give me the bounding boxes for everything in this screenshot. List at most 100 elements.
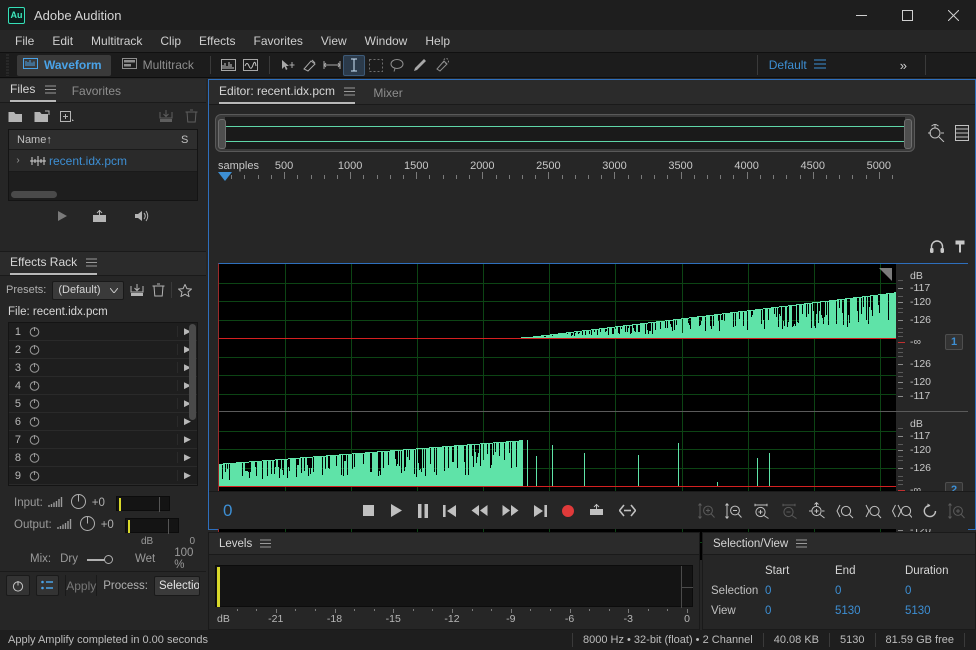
zoom-last-button[interactable]	[922, 503, 938, 519]
tab-editor[interactable]: Editor: recent.idx.pcm	[219, 84, 355, 104]
menu-window[interactable]: Window	[356, 31, 417, 51]
play-icon[interactable]	[56, 210, 68, 222]
playhead-marker[interactable]	[218, 172, 232, 181]
save-preset-icon[interactable]	[130, 284, 146, 297]
waveform-channel[interactable]	[219, 264, 897, 412]
zoom-in-time-button[interactable]	[752, 503, 770, 519]
power-icon[interactable]	[25, 398, 43, 409]
power-icon[interactable]	[25, 470, 43, 481]
files-panel-menu-icon[interactable]	[45, 82, 56, 96]
effects-list-button[interactable]	[36, 575, 60, 596]
preset-select[interactable]: (Default)	[52, 281, 124, 300]
zoom-to-selection-out-button[interactable]	[864, 503, 882, 519]
zoom-out-time-button[interactable]	[780, 503, 798, 519]
view-duration-value[interactable]: 5130	[905, 605, 975, 617]
timeline-ruler[interactable]: samples 50010001500200025003000350040004…	[209, 157, 975, 179]
move-to-start-button[interactable]	[443, 504, 457, 518]
navigator-left-handle[interactable]	[218, 119, 226, 149]
zoom-navigator-box[interactable]	[215, 114, 915, 152]
favorite-star-icon[interactable]	[178, 284, 192, 297]
effect-slot[interactable]: 6 ▶	[9, 413, 197, 431]
tab-favorites[interactable]: Favorites	[72, 84, 121, 102]
power-icon[interactable]	[25, 362, 43, 373]
menu-view[interactable]: View	[312, 31, 356, 51]
levels-meter-clip-indicator[interactable]	[217, 567, 220, 607]
menu-file[interactable]: File	[6, 31, 43, 51]
effect-slot[interactable]: 3 ▶	[9, 359, 197, 377]
file-name[interactable]: recent.idx.pcm	[49, 154, 127, 168]
power-icon[interactable]	[25, 344, 43, 355]
time-selection-tool-icon[interactable]	[343, 55, 365, 76]
files-list[interactable]: Name↑ S › recent.idx.pcm	[8, 129, 198, 201]
toolbar-grip[interactable]	[2, 54, 12, 76]
levels-meter[interactable]	[215, 565, 693, 607]
effects-slot-scrollbar[interactable]	[189, 324, 196, 420]
zoom-out-amplitude-button[interactable]	[725, 503, 742, 519]
skip-selection-button[interactable]	[619, 504, 636, 517]
view-end-value[interactable]: 5130	[835, 605, 905, 617]
loop-button[interactable]	[589, 504, 605, 518]
move-tool-icon[interactable]	[277, 55, 299, 76]
effect-slot[interactable]: 4 ▶	[9, 377, 197, 395]
zoom-to-selection-button[interactable]	[892, 503, 912, 519]
power-icon[interactable]	[25, 326, 43, 337]
new-file-icon[interactable]	[60, 110, 75, 123]
effects-rack-menu-icon[interactable]	[86, 255, 97, 269]
effect-slot[interactable]: 5 ▶	[9, 395, 197, 413]
files-list-hscrollbar[interactable]	[11, 191, 57, 198]
menu-effects[interactable]: Effects	[190, 31, 244, 51]
output-gain-value[interactable]: +0	[101, 519, 114, 531]
slot-chevron-icon[interactable]: ▶	[177, 434, 197, 445]
tab-files[interactable]: Files	[10, 82, 56, 102]
levels-panel-menu-icon[interactable]	[260, 537, 271, 551]
files-column-name[interactable]: Name↑	[9, 134, 181, 146]
maximize-button[interactable]	[884, 0, 930, 30]
fast-forward-button[interactable]	[502, 504, 519, 517]
spectral-pitch-icon[interactable]	[240, 55, 262, 76]
playhead-time[interactable]: 0	[223, 501, 232, 521]
workspace-name[interactable]: Default	[762, 58, 814, 72]
output-knob-icon[interactable]	[79, 515, 96, 535]
selection-end-value[interactable]: 0	[835, 585, 905, 597]
trash-icon[interactable]	[185, 109, 198, 123]
close-button[interactable]	[930, 0, 976, 30]
save-file-icon[interactable]	[159, 110, 176, 123]
menu-help[interactable]: Help	[416, 31, 459, 51]
effect-slot[interactable]: 2 ▶	[9, 341, 197, 359]
power-icon[interactable]	[25, 434, 43, 445]
zoom-vertical-button[interactable]	[948, 503, 965, 519]
spectral-frequency-icon[interactable]	[218, 55, 240, 76]
selection-duration-value[interactable]: 0	[905, 585, 975, 597]
selection-view-menu-icon[interactable]	[796, 537, 807, 551]
menu-multitrack[interactable]: Multitrack	[82, 31, 151, 51]
play-button[interactable]	[389, 503, 403, 518]
show-channels-icon[interactable]	[955, 125, 969, 141]
menu-favorites[interactable]: Favorites	[245, 31, 312, 51]
auto-play-icon[interactable]	[132, 209, 150, 223]
apply-button[interactable]: Apply	[65, 575, 97, 596]
slot-chevron-icon[interactable]: ▶	[177, 452, 197, 463]
lasso-selection-tool-icon[interactable]	[387, 55, 409, 76]
files-list-row[interactable]: › recent.idx.pcm	[9, 150, 197, 172]
power-icon[interactable]	[25, 380, 43, 391]
navigator-right-handle[interactable]	[904, 119, 912, 149]
input-knob-icon[interactable]	[70, 493, 87, 513]
zoom-navigator[interactable]	[215, 111, 969, 155]
paintbrush-selection-tool-icon[interactable]	[409, 55, 431, 76]
effect-slot[interactable]: 7 ▶	[9, 431, 197, 449]
mix-value[interactable]: 100 %	[174, 547, 206, 571]
slot-chevron-icon[interactable]: ▶	[177, 470, 197, 481]
multitrack-mode-button[interactable]: Multitrack	[116, 55, 203, 76]
effects-power-button[interactable]	[6, 575, 30, 596]
waveform-mode-button[interactable]: Waveform	[17, 55, 111, 76]
expand-twisty-icon[interactable]: ›	[9, 155, 27, 166]
mix-slider-knob[interactable]	[104, 555, 113, 564]
input-gain-value[interactable]: +0	[92, 497, 105, 509]
power-icon[interactable]	[25, 416, 43, 427]
tab-mixer[interactable]: Mixer	[373, 86, 402, 104]
import-folder-icon[interactable]	[34, 110, 51, 123]
zoom-out-full-icon[interactable]	[927, 124, 945, 142]
pause-button[interactable]	[417, 504, 429, 518]
process-select[interactable]: Selectio	[154, 576, 200, 596]
selection-start-value[interactable]: 0	[765, 585, 835, 597]
